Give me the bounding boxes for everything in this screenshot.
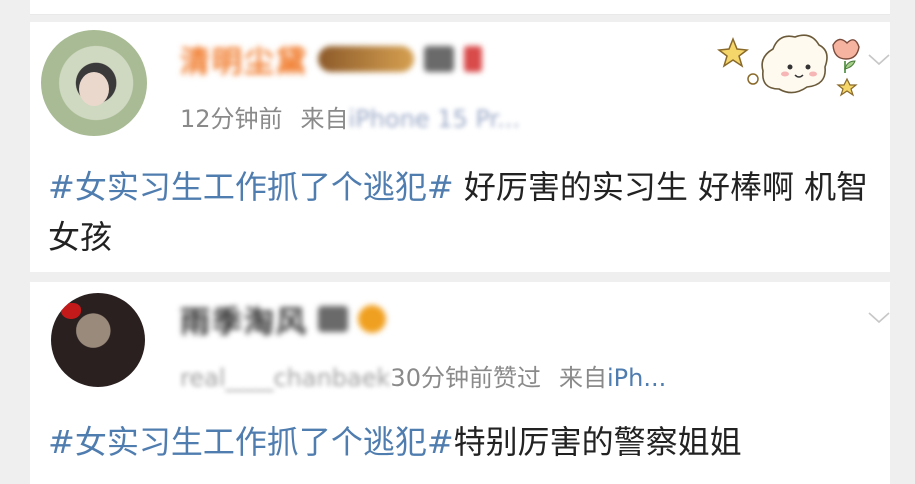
liked-time: 30分钟前赞过: [390, 364, 541, 392]
source-prefix: 来自: [300, 105, 349, 133]
previous-card-edge: [30, 0, 890, 15]
avatar[interactable]: [51, 293, 145, 387]
level-badge-icon: [318, 306, 348, 332]
source-device[interactable]: iPh...: [607, 364, 666, 392]
hashtag-link[interactable]: #女实习生工作抓了个逃犯#: [48, 168, 454, 206]
username[interactable]: 雨季淘风: [180, 297, 308, 341]
source-device[interactable]: iPhone 15 Pr...: [349, 105, 520, 133]
chevron-down-icon[interactable]: [868, 54, 890, 66]
username-row[interactable]: 雨季淘风: [180, 302, 386, 340]
hashtag-link[interactable]: #女实习生工作抓了个逃犯#: [48, 423, 454, 461]
member-badge-icon: [318, 46, 414, 72]
post-content: #女实习生工作抓了个逃犯# 好厉害的实习生 好棒啊 机智女孩: [48, 162, 883, 262]
comment-card[interactable]: 雨季淘风 real____chanbaek 30分钟前赞过 来自 iPh... …: [30, 282, 890, 484]
source-prefix: 来自: [558, 364, 607, 392]
post-time: 12分钟前: [180, 105, 283, 133]
level-badge-icon: [424, 46, 454, 72]
post-content: #女实习生工作抓了个逃犯#特别厉害的警察姐姐: [48, 417, 888, 467]
vip-badge-icon: [464, 46, 482, 72]
post-meta: real____chanbaek 30分钟前赞过 来自 iPh...: [180, 358, 666, 393]
decorative-sticker-icon: [717, 34, 860, 97]
username-row[interactable]: 清明尘黛: [180, 42, 482, 80]
chevron-down-icon[interactable]: [868, 312, 890, 324]
comment-card[interactable]: 清明尘黛 12分钟前 来自 iPhone 15 Pr... #女实习生工作抓了个…: [30, 22, 890, 272]
post-text: 特别厉害的警察姐姐: [453, 423, 742, 461]
member-badge-icon: [358, 305, 386, 333]
avatar[interactable]: [41, 30, 147, 136]
post-meta: 12分钟前 来自 iPhone 15 Pr...: [180, 99, 520, 134]
liked-by-user[interactable]: real____chanbaek: [180, 364, 390, 392]
username[interactable]: 清明尘黛: [180, 37, 308, 81]
